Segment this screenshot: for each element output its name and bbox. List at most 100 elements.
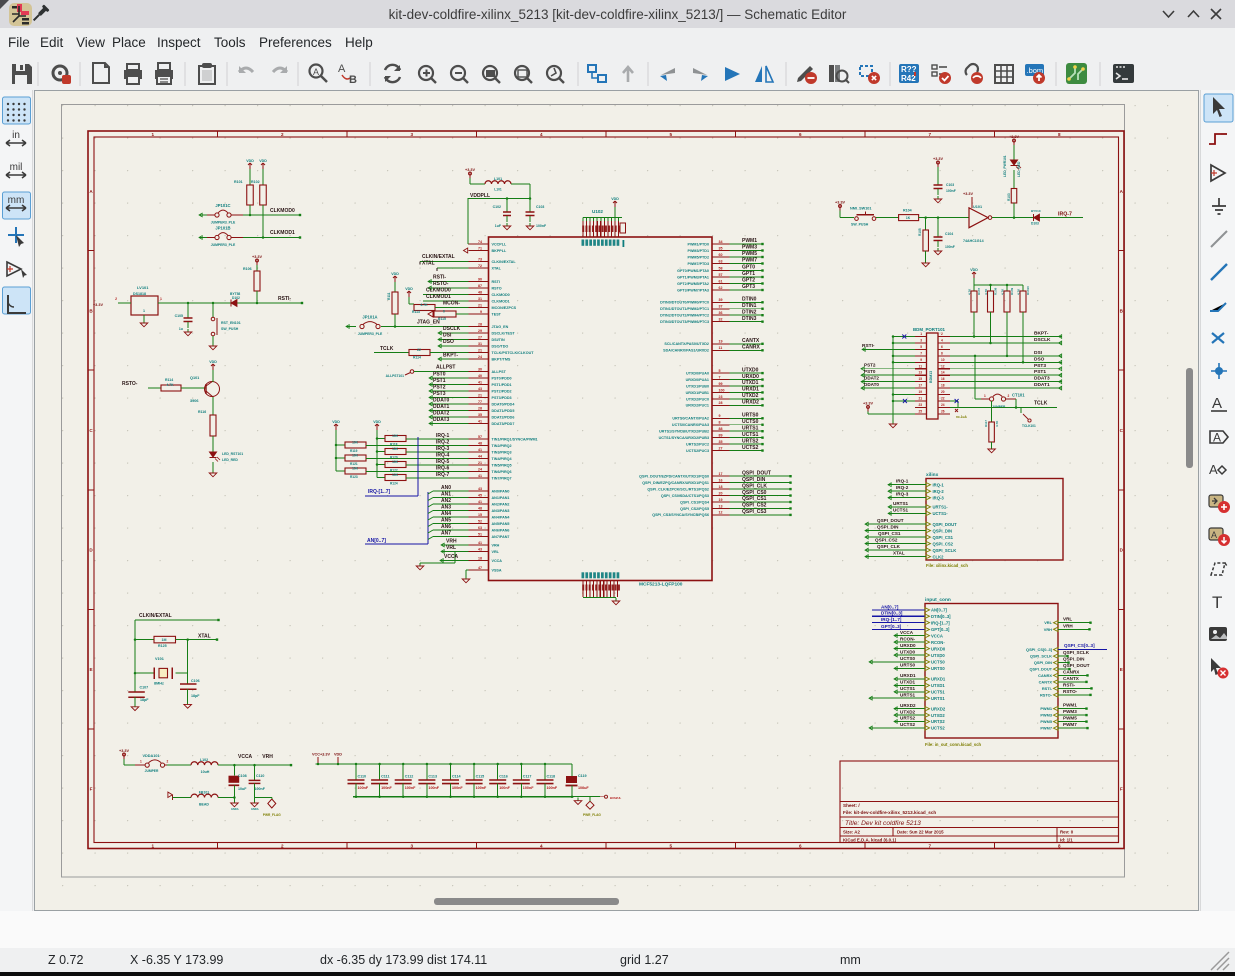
svg-text:IRQ-5: IRQ-5 xyxy=(436,459,450,465)
svg-text:58: 58 xyxy=(719,266,723,270)
svg-text:R123: R123 xyxy=(350,475,358,479)
svg-text:LED_RED: LED_RED xyxy=(222,458,238,462)
svg-text:C119: C119 xyxy=(578,774,587,778)
svg-text:BKPT-: BKPT- xyxy=(443,353,458,359)
svg-text:Rev: 0: Rev: 0 xyxy=(1060,830,1074,835)
svg-text:URXD2: URXD2 xyxy=(931,706,946,711)
svg-text:4: 4 xyxy=(941,338,943,342)
svg-text:11: 11 xyxy=(919,364,923,368)
svg-text:VCCA: VCCA xyxy=(238,754,253,760)
svg-text:VDD: VDD xyxy=(391,272,399,276)
svg-text:AN4/PAN4: AN4/PAN4 xyxy=(492,515,511,519)
svg-text:+3.3V: +3.3V xyxy=(1009,135,1019,139)
svg-text:V101: V101 xyxy=(155,657,164,661)
svg-text:UCTS1: UCTS1 xyxy=(931,690,945,695)
svg-text:AN[0..7]: AN[0..7] xyxy=(931,608,947,613)
svg-text:DDAT2: DDAT2 xyxy=(864,375,879,380)
svg-text:xilinx: xilinx xyxy=(926,472,939,478)
svg-text:TIN1/PIRQ1/SYNCA/PWM1: TIN1/PIRQ1/SYNCA/PWM1 xyxy=(492,437,538,441)
svg-text:12: 12 xyxy=(719,511,723,515)
svg-text:TIN6/PIRQ6: TIN6/PIRQ6 xyxy=(492,470,512,474)
svg-text:30: 30 xyxy=(478,367,482,371)
svg-text:AN6: AN6 xyxy=(441,524,451,530)
svg-text:52: 52 xyxy=(478,519,482,523)
svg-text:QSPI_DOUT: QSPI_DOUT xyxy=(1030,667,1053,672)
svg-text:QSPI_DIN: QSPI_DIN xyxy=(933,528,953,533)
svg-text:2: 2 xyxy=(115,297,117,301)
svg-text:PST1: PST1 xyxy=(1034,369,1046,375)
svg-text:R107: R107 xyxy=(977,287,981,295)
svg-text:QSPI_CS1: QSPI_CS1 xyxy=(878,531,901,536)
svg-text:PWM7: PWM7 xyxy=(1040,726,1052,731)
svg-text:URXD2/PUC1: URXD2/PUC1 xyxy=(686,404,709,408)
svg-text:R117: R117 xyxy=(984,420,988,427)
svg-text:UTXD0/PUA0: UTXD0/PUA0 xyxy=(686,371,709,375)
svg-text:3: 3 xyxy=(410,844,413,849)
svg-text:IRQ-2: IRQ-2 xyxy=(436,440,450,446)
svg-text:GPT0: GPT0 xyxy=(742,265,755,271)
svg-text:27: 27 xyxy=(478,335,482,339)
svg-text:UTXD1/PUB0: UTXD1/PUB0 xyxy=(686,384,709,388)
svg-text:28: 28 xyxy=(478,406,482,410)
svg-text:CLKMOD0: CLKMOD0 xyxy=(492,293,510,297)
svg-text:PST2/PDD2: PST2/PDD2 xyxy=(492,389,512,393)
svg-text:GPT0/PWM1/PTA0: GPT0/PWM1/PTA0 xyxy=(677,269,709,273)
svg-text:AN2/PAN2: AN2/PAN2 xyxy=(492,502,510,506)
svg-text:10K: 10K xyxy=(352,454,359,458)
svg-text:U102: U102 xyxy=(592,209,603,214)
svg-text:VDD: VDD xyxy=(334,753,342,757)
svg-text:VRH: VRH xyxy=(446,539,457,545)
svg-text:26: 26 xyxy=(941,409,945,413)
svg-text:PST3: PST3 xyxy=(1034,363,1046,369)
svg-text:C110: C110 xyxy=(256,774,264,778)
svg-text:AN2: AN2 xyxy=(441,498,451,504)
svg-text:AN0: AN0 xyxy=(441,485,451,491)
svg-text:URXD1/PUB1: URXD1/PUB1 xyxy=(686,391,709,395)
svg-text:DSI/TIN: DSI/TIN xyxy=(492,338,505,342)
svg-text:R114: R114 xyxy=(413,356,421,360)
svg-text:VCC+3.3V: VCC+3.3V xyxy=(312,753,331,757)
svg-text:35: 35 xyxy=(719,246,723,250)
svg-text:BYV10: BYV10 xyxy=(1031,209,1041,213)
svg-text:DSCLK: DSCLK xyxy=(1034,337,1051,343)
svg-text:RSTI: RSTI xyxy=(492,280,500,284)
svg-text:mil: mil xyxy=(10,162,23,173)
svg-text:C118: C118 xyxy=(547,775,556,779)
svg-text:BKPT-: BKPT- xyxy=(1034,331,1049,337)
svg-text:R42: R42 xyxy=(901,74,916,83)
svg-text:nc-1uA: nc-1uA xyxy=(956,415,968,419)
svg-text:100nF: 100nF xyxy=(523,786,534,790)
svg-text:IRQ-7: IRQ-7 xyxy=(1058,212,1072,218)
svg-text:URTS2: URTS2 xyxy=(900,716,916,721)
svg-text:JTAG_EN: JTAG_EN xyxy=(417,320,440,326)
svg-text:R121: R121 xyxy=(350,462,358,466)
svg-text:+3.3V: +3.3V xyxy=(933,157,943,161)
svg-text:URXD0/PUA1: URXD0/PUA1 xyxy=(686,378,709,382)
svg-text:T: T xyxy=(1212,593,1222,612)
svg-text:PST1: PST1 xyxy=(433,378,446,384)
svg-text:+3.3V: +3.3V xyxy=(963,192,973,196)
svg-text:2: 2 xyxy=(941,332,943,336)
svg-text:UTXD2: UTXD2 xyxy=(900,709,916,714)
svg-text:ALLPST101: ALLPST101 xyxy=(386,374,404,378)
svg-text:34: 34 xyxy=(719,240,723,244)
svg-text:IRQ-6: IRQ-6 xyxy=(436,466,450,472)
svg-text:QSPI_DIN: QSPI_DIN xyxy=(1034,660,1052,665)
svg-text:TCLK: TCLK xyxy=(380,346,394,352)
svg-text:input_conn: input_conn xyxy=(925,597,951,603)
svg-text:File: kit-dev-coldfire-xilinx_: File: kit-dev-coldfire-xilinx_5213.kicad… xyxy=(843,810,936,815)
svg-text:7: 7 xyxy=(719,375,721,379)
svg-text:32: 32 xyxy=(719,318,723,322)
svg-text:4.7K: 4.7K xyxy=(1017,288,1021,295)
svg-text:35: 35 xyxy=(478,413,482,417)
svg-text:19: 19 xyxy=(719,340,723,344)
svg-text:PWM1/PTD0: PWM1/PTD0 xyxy=(687,242,709,246)
svg-text:AN4: AN4 xyxy=(441,511,451,517)
svg-text:18pF: 18pF xyxy=(140,698,149,702)
svg-text:PWR_FLAG: PWR_FLAG xyxy=(583,813,601,817)
svg-text:100nF: 100nF xyxy=(452,786,463,790)
svg-text:QSPI_SCLK: QSPI_SCLK xyxy=(1063,650,1090,655)
svg-text:+3.3V: +3.3V xyxy=(252,255,262,259)
svg-text:4: 4 xyxy=(540,844,543,849)
svg-text:3906: 3906 xyxy=(190,399,198,403)
